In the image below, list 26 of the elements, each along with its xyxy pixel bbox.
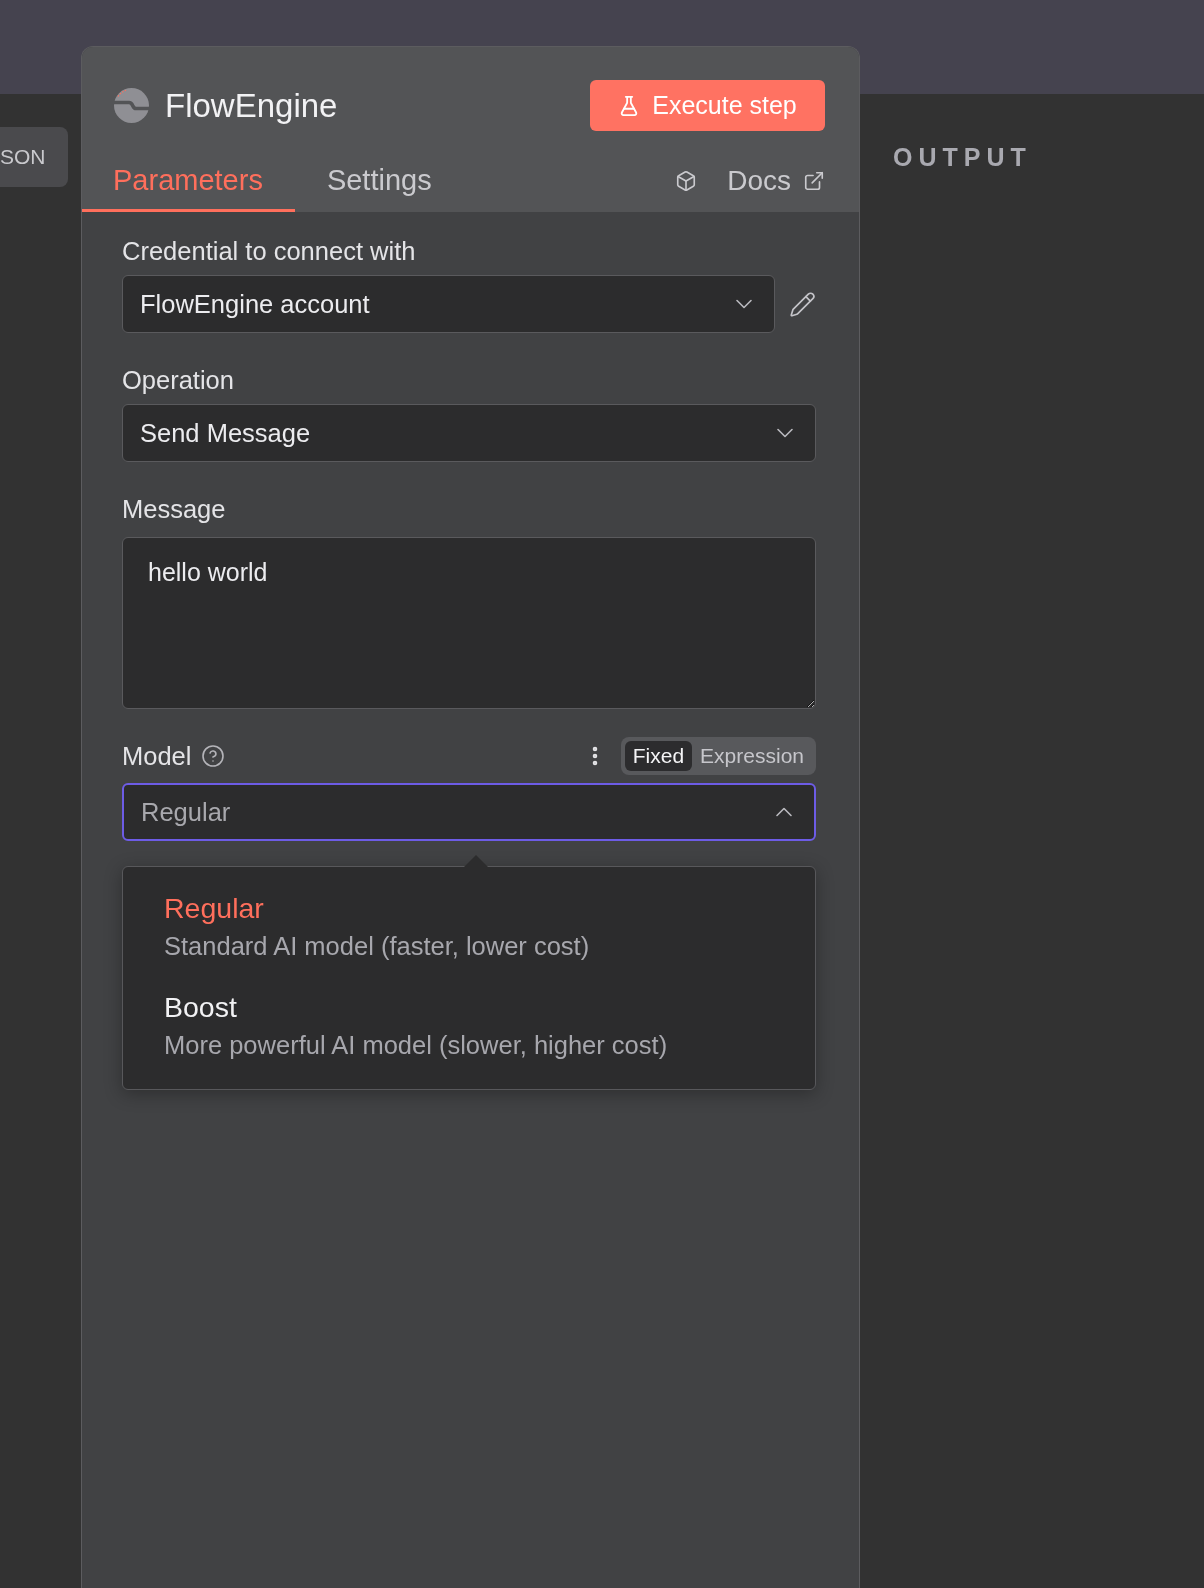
mode-option[interactable]: Expression <box>692 741 812 771</box>
execute-step-button[interactable]: Execute step <box>590 80 825 131</box>
select-field[interactable]: Send Message <box>122 404 816 462</box>
option-title[interactable]: Boost <box>164 990 237 1025</box>
docs-link[interactable]: Docs <box>727 164 825 197</box>
external-link-icon <box>803 169 825 192</box>
edit-pencil-icon[interactable] <box>789 290 816 318</box>
field-label: Message <box>122 495 226 523</box>
option-title[interactable]: Regular <box>164 891 264 926</box>
panel-tab[interactable]: Parameters <box>82 149 295 212</box>
option-description: More powerful AI model (slower, higher cost) <box>164 1030 668 1061</box>
field-label: Credential to connect with <box>122 237 416 265</box>
view-button[interactable]: SON <box>0 127 68 187</box>
logo-icon <box>114 88 149 123</box>
cube-icon[interactable] <box>675 169 698 192</box>
field-label: Operation <box>122 366 234 394</box>
node-title: FlowEngine <box>165 85 338 126</box>
panel-tab[interactable]: Settings <box>294 149 464 212</box>
option-description: Standard AI model (faster, lower cost) <box>164 931 590 962</box>
output-title: OUTPUT <box>893 142 1033 173</box>
select-field[interactable]: Regular <box>122 783 816 841</box>
help-icon[interactable] <box>201 744 226 768</box>
field-label: Model <box>122 742 192 770</box>
mode-option[interactable]: Fixed <box>624 741 693 771</box>
select-field[interactable]: FlowEngine account <box>122 275 775 333</box>
message-textarea[interactable]: hello world <box>122 537 816 709</box>
